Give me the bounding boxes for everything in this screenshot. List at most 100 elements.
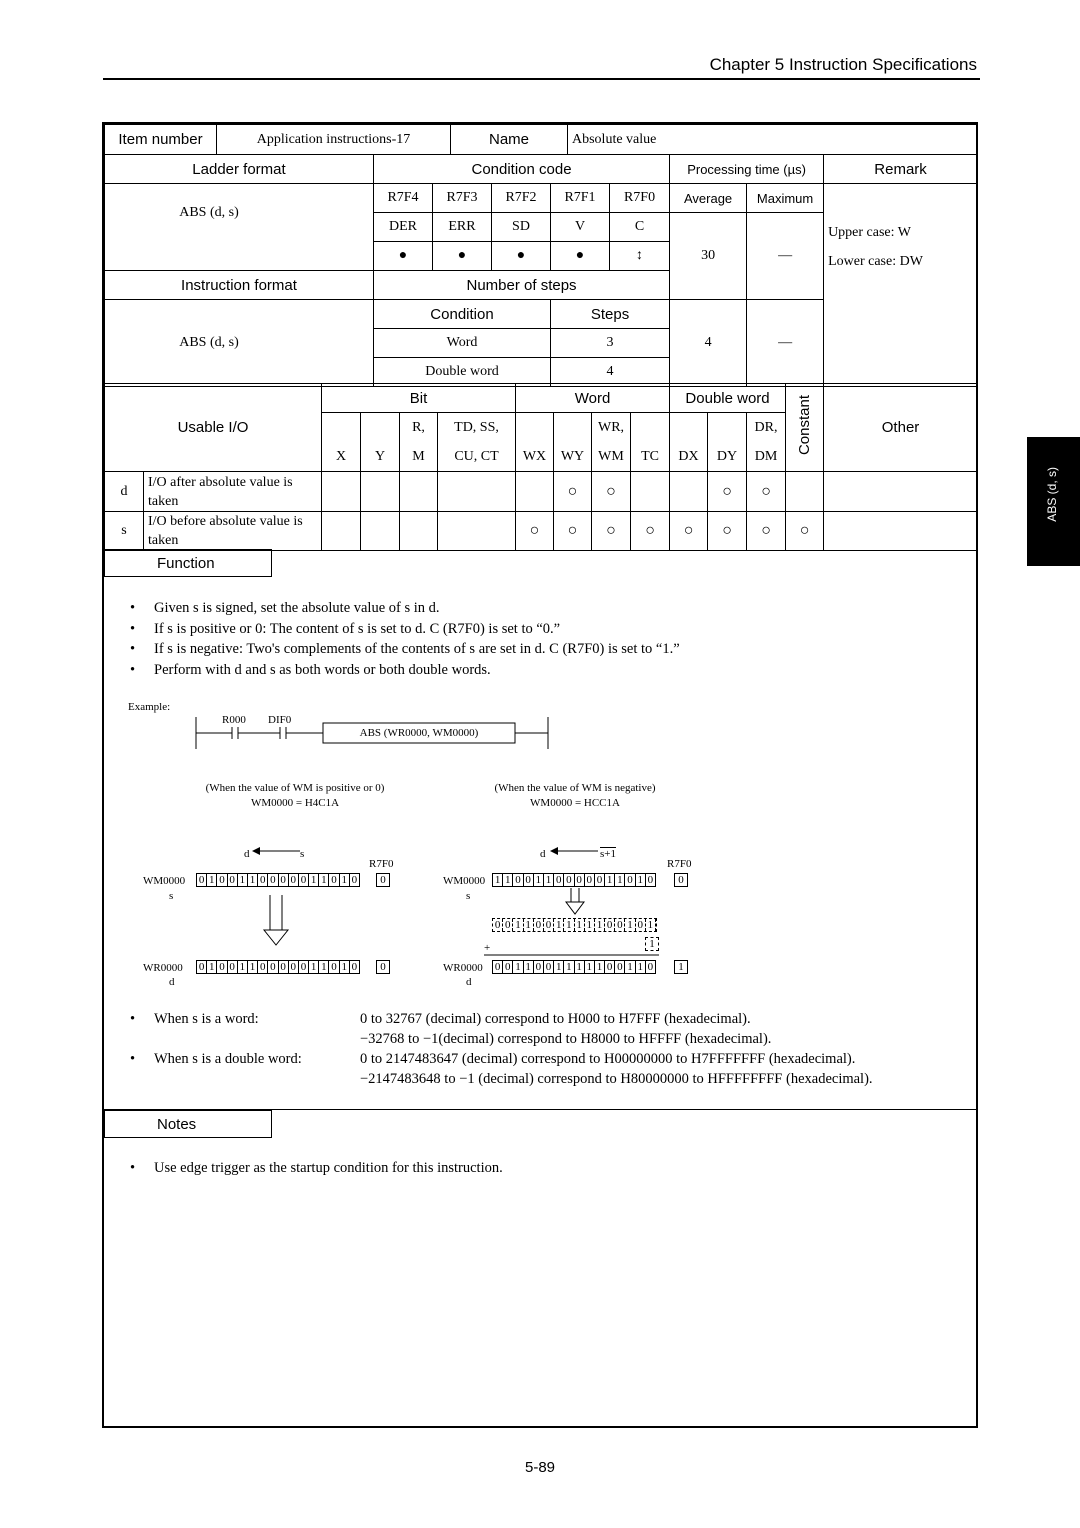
bit-cell: 0 — [647, 961, 654, 973]
group-bit: Bit — [320, 383, 517, 413]
bit-cell: 1 — [595, 961, 606, 973]
other-header: Other — [823, 383, 979, 472]
bit-cell: 1 — [575, 919, 585, 931]
bit-cell: 0 — [289, 961, 299, 973]
bit-cell: 1 — [248, 961, 259, 973]
bit-cell: 0 — [564, 874, 575, 886]
remark-line: Lower case: DW — [828, 254, 923, 269]
io-mark: ○ — [553, 471, 593, 512]
average-steps: 4 — [669, 299, 748, 387]
dest-bits: 0100110000011010 — [196, 960, 360, 974]
function-bullet: • If s is positive or 0: The content of s… — [130, 620, 561, 637]
bit-cell: 1 — [595, 919, 606, 931]
bit-cell: 0 — [544, 961, 555, 973]
bit-cell: 1 — [238, 961, 248, 973]
abs-instruction-box: ABS (WR0000, WM0000) — [359, 727, 479, 739]
bit-cell: 0 — [493, 961, 504, 973]
bit-cell: 1 — [207, 961, 218, 973]
io-mark: ○ — [746, 511, 787, 551]
range-line: 0 to 2147483647 (decimal) correspond to … — [360, 1051, 856, 1067]
s-plus-1-label: s+1 — [600, 848, 616, 860]
bit-cell: 0 — [615, 961, 626, 973]
bit-cell: 0 — [625, 874, 636, 886]
processing-time-label: Processing time (µs) — [669, 154, 825, 184]
bit-cell: 0 — [351, 874, 358, 886]
r7f0-label: R7F0 — [369, 858, 394, 870]
flag-state: ● — [550, 241, 610, 271]
bit-cell: 0 — [554, 874, 565, 886]
instruction-format-value: ABS (d, s) — [104, 299, 374, 387]
flag-state: ● — [432, 241, 492, 271]
bit-cell: 1 — [524, 919, 534, 931]
io-mark: ○ — [553, 511, 593, 551]
arrow-left-icon — [252, 847, 300, 855]
io-desc: I/O after absolute value is taken — [143, 471, 322, 512]
bit-cell: 1 — [309, 961, 320, 973]
flag-state: ● — [491, 241, 551, 271]
flag-r7f3: R7F3 — [432, 183, 492, 213]
bit-cell: 1 — [340, 961, 350, 973]
bit-cell: 0 — [279, 961, 289, 973]
spec-table: Ladder format Condition code Processing ti… — [104, 154, 979, 387]
io-mark — [436, 471, 517, 512]
io-mark — [399, 511, 438, 551]
note-item: • Use edge trigger as the startup conditi… — [130, 1160, 503, 1176]
function-bullet: • Given s is signed, set the absolute val… — [130, 600, 440, 616]
function-label: Function — [104, 549, 272, 577]
flag-name: SD — [491, 212, 551, 242]
dest-register: WR0000 — [143, 962, 183, 974]
page-number: 5-89 — [524, 1459, 556, 1476]
io-other — [823, 471, 979, 512]
io-mark — [321, 511, 361, 551]
io-mark: ○ — [669, 511, 709, 551]
name-label: Name — [450, 124, 568, 155]
source-register: WM0000 — [443, 875, 486, 887]
s-sub: s — [466, 890, 471, 902]
down-arrow-icon — [262, 895, 290, 946]
io-desc: I/O before absolute value is taken — [143, 511, 322, 551]
io-col-header: TD, SS, CU, CT — [436, 412, 517, 472]
bit-cell: 1 — [615, 874, 626, 886]
bit-cell: 1 — [636, 874, 646, 886]
bit-cell: 1 — [625, 961, 636, 973]
bit-cell: 1 — [605, 874, 616, 886]
dest-carry: 1 — [674, 960, 688, 974]
io-col-header: DY — [707, 412, 748, 472]
remark-label: Remark — [823, 154, 979, 184]
bit-cell: 1 — [207, 874, 218, 886]
io-col-header: DX — [669, 412, 709, 472]
bit-cell: 0 — [534, 961, 544, 973]
io-param: s — [104, 511, 144, 551]
bit-cell: 1 — [554, 961, 565, 973]
bit-cell: 1 — [554, 919, 565, 931]
bit-cell: 0 — [217, 961, 228, 973]
flag-r7f4: R7F4 — [373, 183, 433, 213]
bit-cell: 1 — [646, 919, 656, 931]
bit-cell: 0 — [279, 874, 289, 886]
io-mark — [669, 471, 709, 512]
range-label: • When s is a double word: — [130, 1051, 302, 1067]
bit-cell: 0 — [605, 961, 616, 973]
bit-cell: 1 — [513, 919, 524, 931]
io-mark — [321, 471, 361, 512]
side-tab[interactable]: ABS (d, s) — [1027, 437, 1080, 566]
source-carry: 0 — [376, 873, 390, 887]
contact-r000: R000 — [222, 714, 246, 726]
remark-value: Upper case: W Lower case: DW — [823, 183, 979, 387]
source-bits: 0100110000011010 — [196, 873, 360, 887]
maximum-steps: — — [746, 299, 825, 387]
io-mark: ○ — [785, 511, 825, 551]
notes-label: Notes — [104, 1110, 272, 1138]
bit-cell: 1 — [319, 961, 330, 973]
bit-cell: 1 — [493, 874, 504, 886]
bit-cell: 0 — [636, 919, 646, 931]
bit-cell: 1 — [636, 961, 646, 973]
item-number-label: Item number — [104, 124, 217, 155]
bit-cell: 0 — [289, 874, 299, 886]
function-bullet: • Perform with d and s as both words or b… — [130, 661, 491, 678]
group-word: Word — [515, 383, 671, 413]
bit-cell: 1 — [575, 961, 585, 973]
name-value: Absolute value — [567, 124, 978, 155]
range-line: −32768 to −1(decimal) correspond to H800… — [360, 1031, 772, 1047]
bit-cell: 1 — [340, 874, 350, 886]
